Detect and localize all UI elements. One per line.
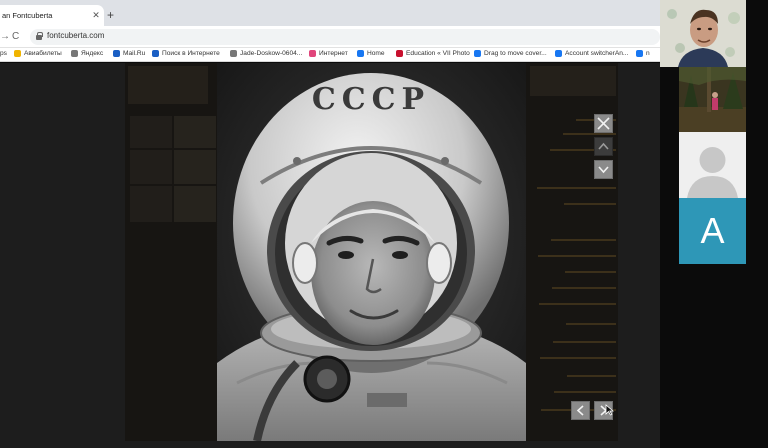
bookmark-item[interactable]: Mail.Ru <box>113 50 145 57</box>
cosmonaut-portrait: СССР <box>217 63 526 441</box>
site-logo-area <box>128 66 208 104</box>
lightbox-up-button[interactable] <box>594 137 613 156</box>
participant-video-outdoor[interactable] <box>679 67 746 132</box>
user-avatar-icon <box>679 132 746 198</box>
outdoor-video-icon <box>679 67 746 132</box>
plane-icon <box>14 50 21 57</box>
background-menu-item <box>564 200 616 205</box>
background-menu-item <box>551 236 616 241</box>
tab-strip: an Fontcuberta ✕ + <box>0 0 660 26</box>
background-menu-item <box>552 284 616 289</box>
bookmark-label: Интернет <box>319 50 348 57</box>
bookmark-label: Account switcherAn... <box>565 50 629 57</box>
bookmarks-bar: ps Авиабилеты Яндекс Mail.Ru Поиск в Интерне… <box>0 48 660 62</box>
bookmark-label: Home <box>367 50 385 57</box>
bookmark-label: Education « VII Photo <box>406 50 470 57</box>
background-menu-item <box>554 388 616 393</box>
helmet-lettering: СССР <box>312 82 430 117</box>
address-bar: → C fontcuberta.com <box>0 26 660 48</box>
participant-initial: A <box>700 210 725 251</box>
globe-icon <box>230 50 237 57</box>
background-thumbnail <box>130 150 172 184</box>
bookmark-item[interactable]: ps <box>0 50 7 57</box>
person-video-icon <box>660 0 746 67</box>
bookmark-item[interactable]: Home <box>357 50 385 57</box>
omnibox[interactable]: fontcuberta.com <box>30 29 660 45</box>
chevron-left-icon <box>576 405 584 416</box>
url-text[interactable]: fontcuberta.com <box>47 31 104 40</box>
bookmark-label: Поиск в Интернете <box>162 50 220 57</box>
background-menu-item <box>566 320 616 325</box>
globe-icon <box>71 50 78 57</box>
vii-icon <box>396 50 403 57</box>
participant-initial-tile[interactable]: A <box>679 198 746 264</box>
chevron-up-icon <box>598 142 609 150</box>
mouse-cursor-icon <box>605 404 614 416</box>
bookmark-label: n <box>646 50 650 57</box>
bookmark-label: ps <box>0 50 7 57</box>
lightbox-down-button[interactable] <box>594 160 613 179</box>
screen: an Fontcuberta ✕ + → C fontcuberta.com p… <box>0 0 768 448</box>
browser-tab[interactable]: an Fontcuberta ✕ <box>0 5 104 26</box>
bookmark-item[interactable]: Интернет <box>309 50 348 57</box>
background-menu-item <box>540 354 616 359</box>
bookmark-label: Jade-Doskow-0604... <box>240 50 303 57</box>
background-thumbnail <box>130 116 172 148</box>
background-menu-item <box>567 372 616 377</box>
search-icon <box>152 50 159 57</box>
tab-close-icon[interactable]: ✕ <box>91 10 101 21</box>
chevron-down-icon <box>598 166 609 174</box>
bookmark-item[interactable]: Account switcherAn... <box>555 50 628 57</box>
bookmark-label: Drag to move cover... <box>484 50 547 57</box>
background-thumbnail <box>174 150 216 184</box>
tab-title: an Fontcuberta <box>2 11 53 20</box>
lightbox-photo: СССР <box>217 63 526 441</box>
bookmark-label: Авиабилеты <box>24 50 62 57</box>
bookmark-item[interactable]: Drag to move cover... <box>474 50 547 57</box>
bookmark-item[interactable]: Авиабилеты <box>14 50 62 57</box>
lightbox-close-button[interactable] <box>594 114 613 133</box>
background-menu-item <box>537 184 616 189</box>
bookmark-label: Mail.Ru <box>123 50 146 57</box>
background-thumbnail <box>130 186 172 222</box>
bookmark-item[interactable]: Поиск в Интернете <box>152 50 220 57</box>
background-thumbnail <box>174 116 216 148</box>
facebook-icon <box>357 50 364 57</box>
forward-arrow-icon[interactable]: → <box>0 31 10 42</box>
bookmark-item[interactable]: Education « VII Photo <box>396 50 470 57</box>
lock-icon <box>36 32 43 40</box>
background-thumbnail <box>174 186 216 222</box>
background-menu-item <box>565 268 616 273</box>
background-menu-item <box>538 252 616 257</box>
bookmark-item[interactable]: n <box>636 50 650 57</box>
new-tab-button[interactable]: + <box>107 9 114 21</box>
reload-icon[interactable]: C <box>12 31 19 42</box>
facebook-icon <box>474 50 481 57</box>
close-icon <box>597 117 610 130</box>
facebook-icon <box>636 50 643 57</box>
background-menu-item <box>553 338 616 343</box>
background-menu-item <box>539 300 616 305</box>
mail-icon <box>113 50 120 57</box>
participant-video-self[interactable] <box>660 0 746 67</box>
facebook-icon <box>555 50 562 57</box>
participant-avatar-placeholder[interactable] <box>679 132 746 198</box>
folder-icon <box>309 50 316 57</box>
bookmark-item[interactable]: Jade-Doskow-0604... <box>230 50 302 57</box>
lightbox-prev-button[interactable] <box>571 401 590 420</box>
site-header-right <box>530 66 616 96</box>
bookmark-label: Яндекс <box>81 50 104 57</box>
bookmark-item[interactable]: Яндекс <box>71 50 103 57</box>
